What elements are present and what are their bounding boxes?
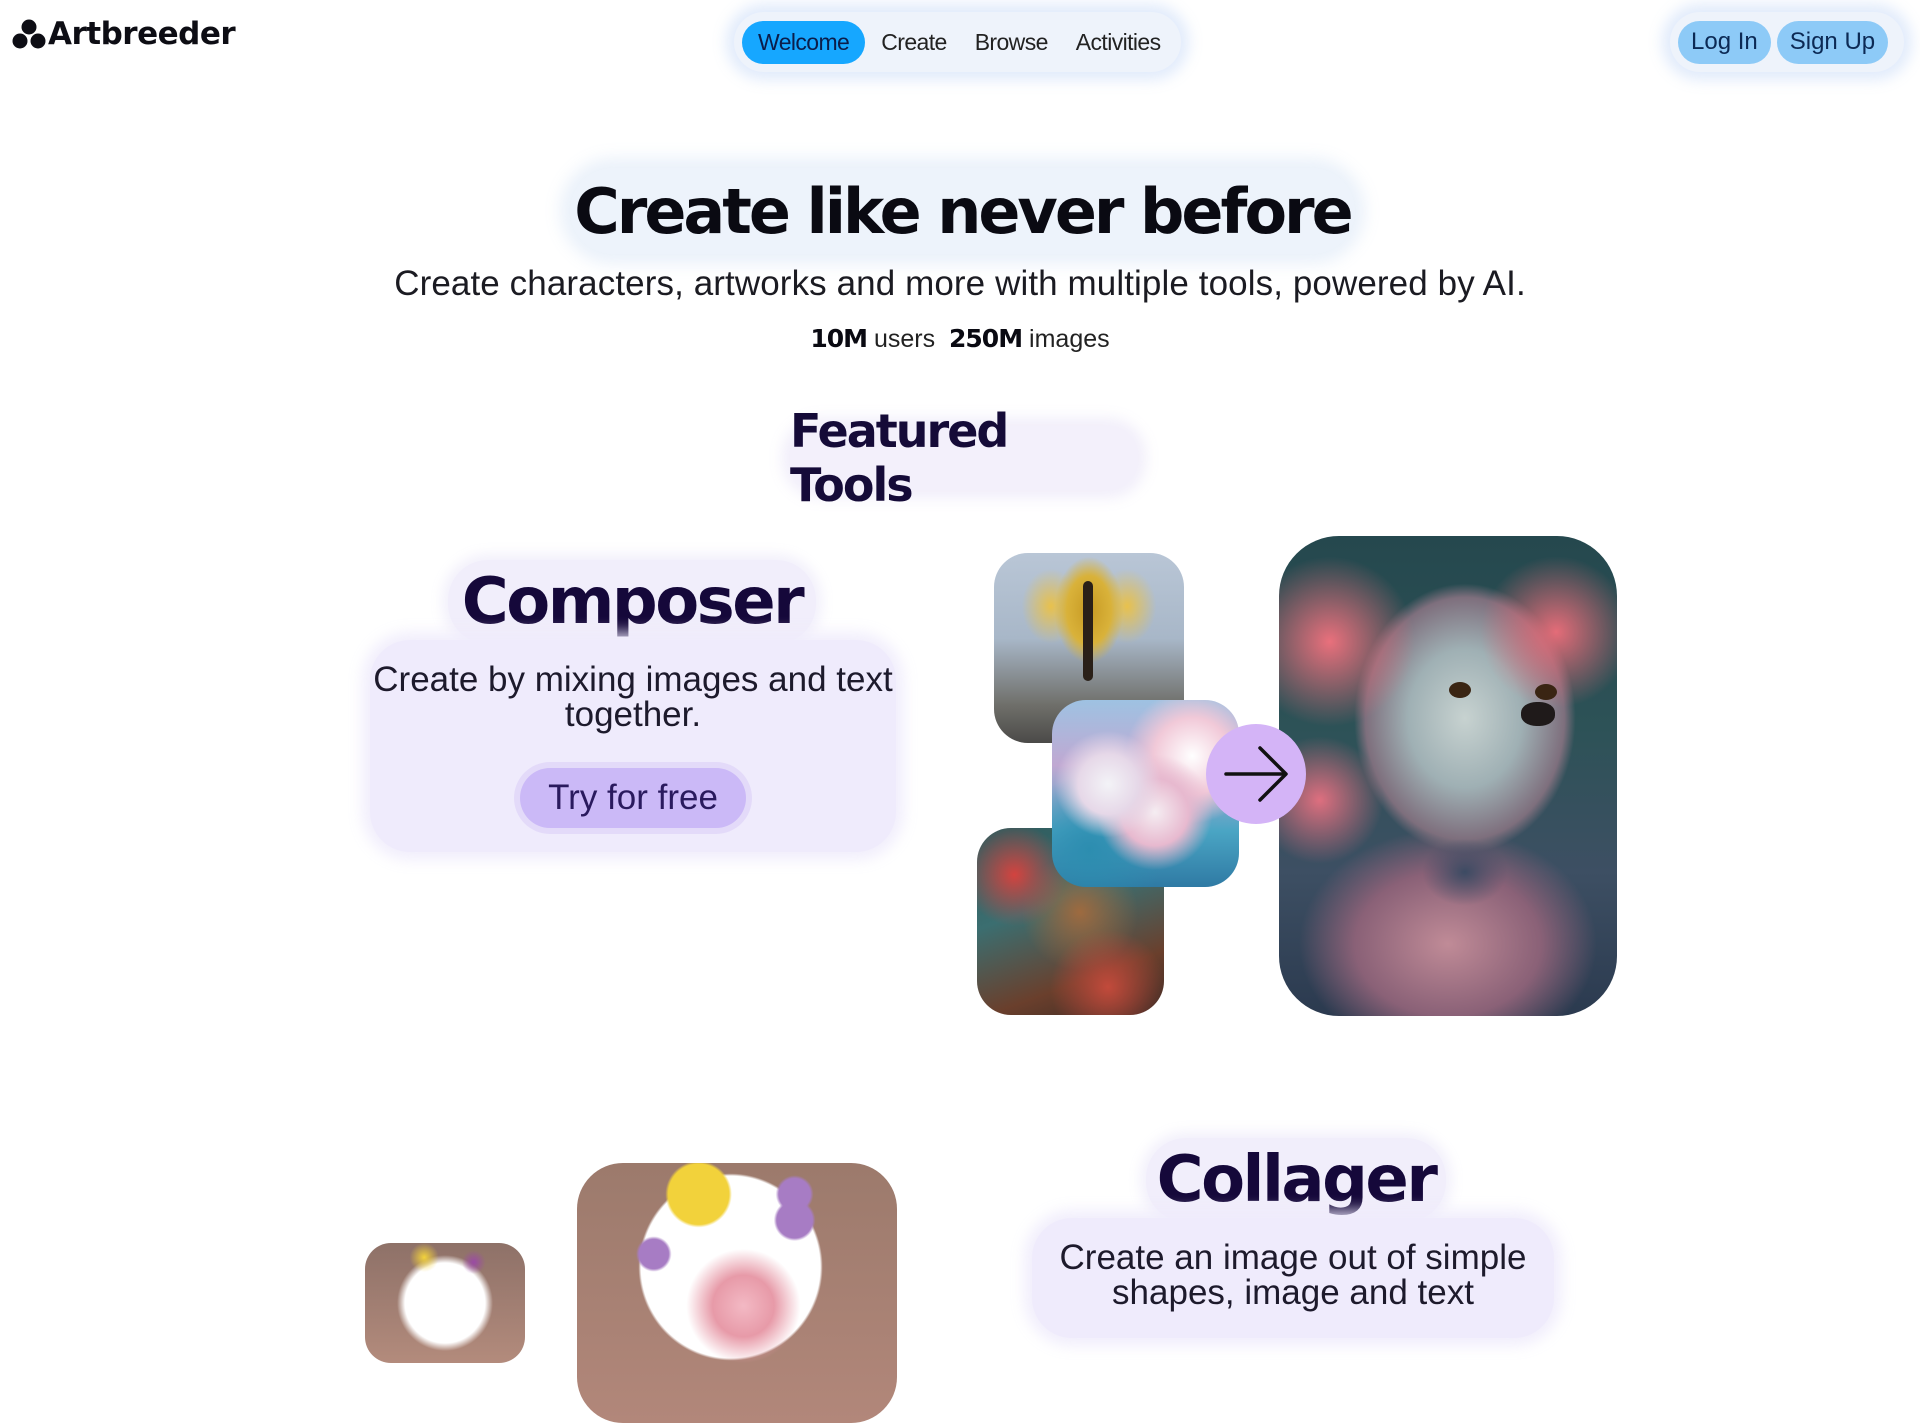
stats: 10M users 250M images xyxy=(760,324,1160,354)
nav-create[interactable]: Create xyxy=(869,21,958,64)
images-count: 250M xyxy=(949,324,1023,353)
collager-input-image xyxy=(365,1243,525,1363)
users-count: 10M xyxy=(810,324,868,353)
hero-title: Create like never before xyxy=(570,168,1355,254)
nav-browse[interactable]: Browse xyxy=(963,21,1060,64)
signup-button[interactable]: Sign Up xyxy=(1776,20,1889,64)
logo-text: Artbreeder xyxy=(48,16,236,52)
try-for-free-button[interactable]: Try for free xyxy=(520,768,746,828)
composer-description: Create by mixing images and text togethe… xyxy=(373,660,893,734)
auth-buttons: Log In Sign Up xyxy=(1670,12,1904,72)
collager-description: Create an image out of simple shapes, im… xyxy=(1059,1238,1527,1312)
hero-subtitle: Create characters, artworks and more wit… xyxy=(394,264,1526,303)
composer-title: Composer xyxy=(448,560,816,644)
nav-activities[interactable]: Activities xyxy=(1064,21,1173,64)
arrow-right-icon xyxy=(1206,724,1306,824)
nav-welcome[interactable]: Welcome xyxy=(742,20,866,64)
collager-title: Collager xyxy=(1146,1138,1446,1222)
collager-output-image xyxy=(577,1163,897,1423)
logo[interactable]: Artbreeder xyxy=(12,16,236,52)
main-nav: Welcome Create Browse Activities xyxy=(734,12,1181,72)
composer-card: Create by mixing images and text togethe… xyxy=(370,640,896,852)
login-button[interactable]: Log In xyxy=(1678,20,1771,64)
images-label: images xyxy=(1029,325,1110,353)
composer-output-image xyxy=(1279,536,1617,1016)
users-label: users xyxy=(873,325,936,353)
artbreeder-logo-icon xyxy=(12,19,46,49)
collager-card: Create an image out of simple shapes, im… xyxy=(1032,1218,1554,1338)
featured-tools-title: Featured Tools xyxy=(790,404,1138,512)
